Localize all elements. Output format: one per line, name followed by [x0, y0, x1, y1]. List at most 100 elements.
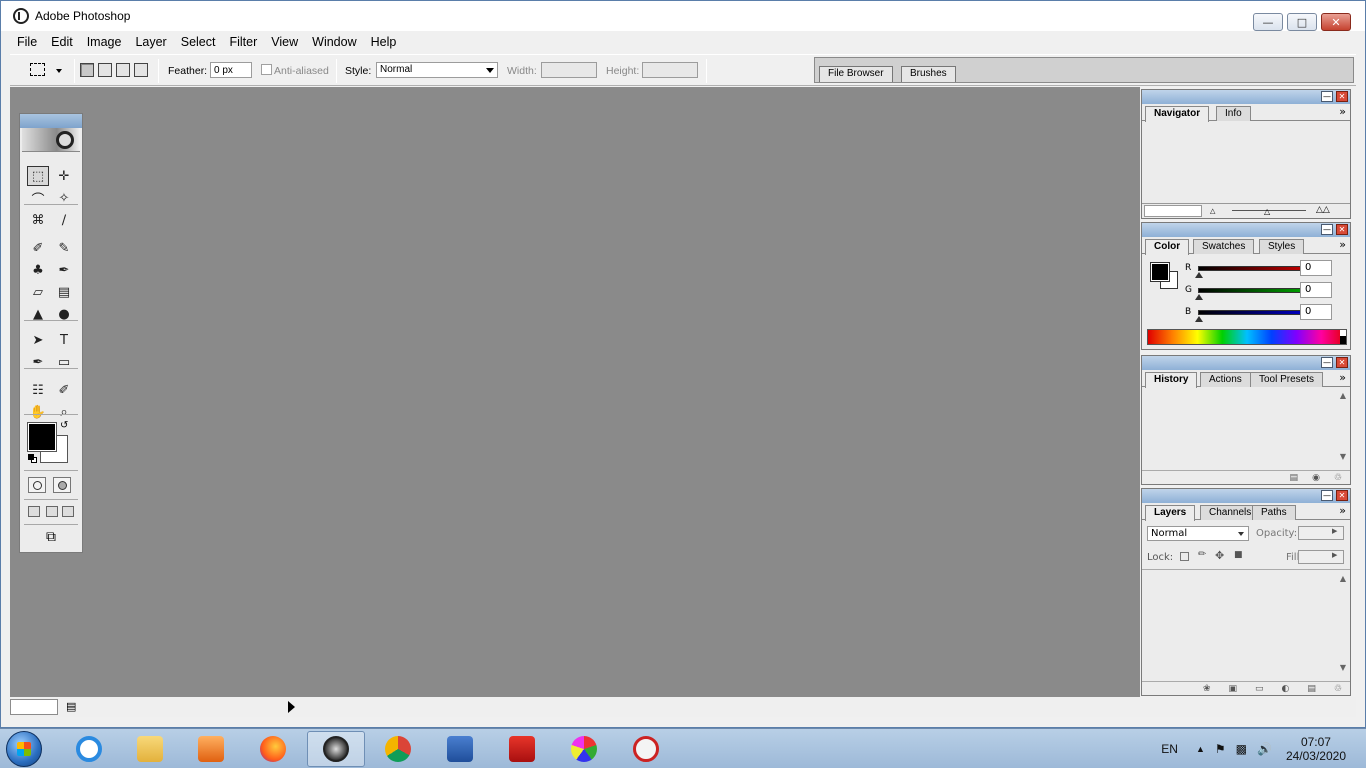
height-input[interactable]	[642, 62, 698, 78]
standard-mode-button[interactable]	[28, 477, 46, 493]
style-select[interactable]: Normal	[376, 62, 498, 78]
color-fg-swatch[interactable]	[1150, 262, 1170, 282]
feather-input[interactable]	[210, 62, 252, 78]
menu-image[interactable]: Image	[81, 35, 130, 49]
clock[interactable]: 07:07 24/03/2020	[1286, 735, 1346, 763]
close-palette-icon[interactable]: ✕	[1336, 490, 1348, 501]
minimize-palette-icon[interactable]: —	[1321, 224, 1333, 235]
anti-aliased-checkbox[interactable]	[261, 64, 272, 75]
standard-screen-mode-button[interactable]	[28, 506, 40, 517]
new-layer-set-icon[interactable]: ▭	[1255, 684, 1264, 694]
menu-edit[interactable]: Edit	[45, 35, 81, 49]
history-brush-tool[interactable]: ✒	[53, 260, 75, 280]
maximize-button[interactable]: □	[1287, 13, 1317, 31]
red-channel-value[interactable]: 0	[1300, 260, 1332, 276]
slice-tool[interactable]: ∕	[53, 210, 75, 230]
zoom-value-field[interactable]	[1144, 205, 1202, 217]
close-palette-icon[interactable]: ✕	[1336, 224, 1348, 235]
layer-style-icon[interactable]: ❀	[1203, 684, 1211, 694]
layers-scrollbar[interactable]: ▲ ▼	[1338, 574, 1348, 678]
palette-header[interactable]: — ✕	[1142, 90, 1350, 104]
blue-channel-value[interactable]: 0	[1300, 304, 1332, 320]
menu-help[interactable]: Help	[365, 35, 405, 49]
palette-header[interactable]: — ✕	[1142, 489, 1350, 503]
palette-menu-icon[interactable]: »	[1339, 504, 1346, 517]
volume-icon[interactable]: 🔊	[1257, 742, 1272, 756]
trash-icon[interactable]: ♲	[1334, 473, 1342, 483]
tab-tool-presets[interactable]: Tool Presets	[1250, 372, 1324, 387]
tab-info[interactable]: Info	[1216, 106, 1251, 121]
minimize-palette-icon[interactable]: —	[1321, 357, 1333, 368]
new-document-from-state-icon[interactable]: ▤	[1290, 473, 1299, 483]
minimize-button[interactable]: —	[1253, 13, 1283, 31]
type-tool[interactable]: T	[53, 330, 75, 350]
close-button[interactable]: ✕	[1321, 13, 1351, 31]
path-selection-tool[interactable]: ➤	[27, 330, 49, 350]
lock-image-pixels-icon[interactable]: ✏	[1198, 549, 1206, 560]
blue-channel-slider[interactable]	[1198, 310, 1310, 315]
start-button[interactable]	[6, 731, 42, 767]
close-palette-icon[interactable]: ✕	[1336, 357, 1348, 368]
lock-all-icon[interactable]: ■	[1234, 550, 1243, 560]
lasso-tool[interactable]: ⌒	[27, 188, 49, 208]
new-layer-icon[interactable]: ▤	[1307, 684, 1316, 694]
brush-tool[interactable]: ✎	[53, 238, 75, 258]
scroll-down-icon[interactable]: ▼	[1338, 452, 1348, 461]
foreground-color-swatch[interactable]	[27, 422, 57, 452]
language-indicator[interactable]: EN	[1161, 742, 1178, 756]
eraser-tool[interactable]: ▱	[27, 282, 49, 302]
taskbar-file-explorer[interactable]	[121, 731, 179, 767]
default-colors-icon[interactable]	[28, 454, 38, 464]
clone-stamp-tool[interactable]: ♣	[27, 260, 49, 280]
pen-tool[interactable]: ✒	[27, 352, 49, 372]
rectangle-tool[interactable]: ▭	[53, 352, 75, 372]
close-palette-icon[interactable]: ✕	[1336, 91, 1348, 102]
full-screen-mode-button[interactable]	[62, 506, 74, 517]
hand-tool[interactable]: ✋	[27, 402, 49, 422]
tab-layers[interactable]: Layers	[1145, 505, 1196, 521]
intersect-selection-button[interactable]	[134, 63, 148, 77]
scroll-up-icon[interactable]: ▲	[1338, 574, 1348, 583]
menu-select[interactable]: Select	[175, 35, 224, 49]
taskbar-word[interactable]	[431, 731, 489, 767]
file-browser-tab[interactable]: File Browser	[819, 66, 893, 82]
magic-wand-tool[interactable]: ✧	[53, 188, 75, 208]
taskbar-photoshop[interactable]	[307, 731, 365, 767]
new-selection-button[interactable]	[80, 63, 94, 77]
tab-paths[interactable]: Paths	[1252, 505, 1296, 520]
document-info-icon[interactable]: ▤	[66, 700, 76, 713]
tab-styles[interactable]: Styles	[1259, 239, 1305, 254]
green-slider-thumb[interactable]	[1195, 294, 1203, 300]
action-center-icon[interactable]: ⚑	[1215, 742, 1226, 756]
green-channel-slider[interactable]	[1198, 288, 1310, 293]
zoom-in-icon[interactable]: △△	[1316, 205, 1330, 215]
width-input[interactable]	[541, 62, 597, 78]
menu-layer[interactable]: Layer	[129, 35, 174, 49]
fill-slider-arrow-icon[interactable]: ▶	[1332, 551, 1337, 559]
new-adjustment-layer-icon[interactable]: ◐	[1282, 684, 1290, 694]
taskbar-paint[interactable]	[555, 731, 613, 767]
palette-header[interactable]: — ✕	[1142, 223, 1350, 237]
blue-slider-thumb[interactable]	[1195, 316, 1203, 322]
tab-color[interactable]: Color	[1145, 239, 1190, 255]
taskbar-firefox[interactable]	[244, 731, 302, 767]
red-channel-slider[interactable]	[1198, 266, 1310, 271]
brushes-tab[interactable]: Brushes	[901, 66, 956, 82]
scroll-up-icon[interactable]: ▲	[1338, 391, 1348, 400]
opacity-slider-arrow-icon[interactable]: ▶	[1332, 527, 1337, 535]
tab-navigator[interactable]: Navigator	[1145, 106, 1210, 122]
taskbar-media-player[interactable]	[182, 731, 240, 767]
minimize-palette-icon[interactable]: —	[1321, 91, 1333, 102]
taskbar-internet-explorer[interactable]	[60, 731, 118, 767]
crop-tool[interactable]: ⌘	[27, 210, 49, 230]
tab-history[interactable]: History	[1145, 372, 1198, 388]
lock-transparent-pixels-icon[interactable]	[1180, 552, 1189, 561]
green-channel-value[interactable]: 0	[1300, 282, 1332, 298]
menu-file[interactable]: File	[11, 35, 45, 49]
tool-preset-picker[interactable]	[30, 62, 64, 80]
jump-to-imageready-button[interactable]: ⧉	[30, 529, 72, 547]
full-screen-menu-mode-button[interactable]	[46, 506, 58, 517]
trash-icon[interactable]: ♲	[1334, 684, 1342, 694]
menu-window[interactable]: Window	[306, 35, 364, 49]
minimize-palette-icon[interactable]: —	[1321, 490, 1333, 501]
